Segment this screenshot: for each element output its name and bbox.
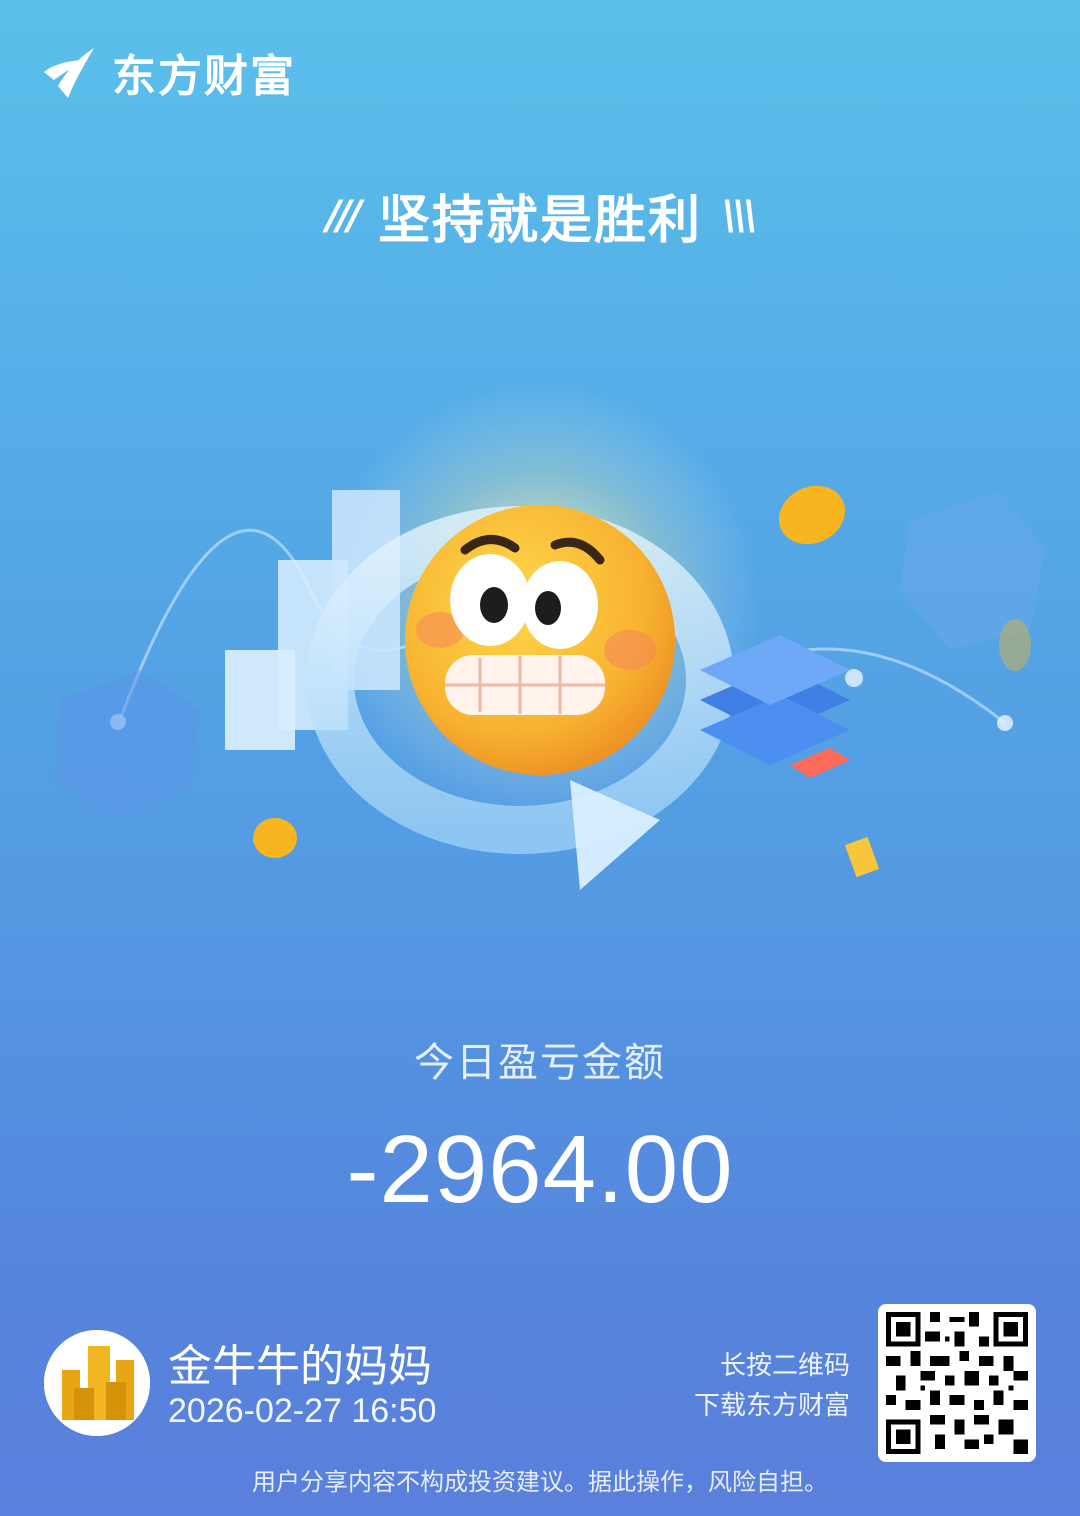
gold-bars-avatar-icon	[44, 1330, 150, 1436]
slogan-right-deco: \\\	[722, 192, 758, 239]
pnl-value: -2964.00	[346, 1116, 734, 1223]
pnl-label: 今日盈亏金额	[414, 1040, 666, 1086]
slogan-text: 坚持就是胜利	[377, 191, 702, 251]
qr-hint-line1: 长按二维码	[719, 1351, 850, 1381]
qr-hint: 长按二维码 下载东方财富	[660, 1346, 850, 1426]
slogan-left-deco: ///	[326, 192, 362, 239]
slogan: /// 坚持就是胜利 \\\	[0, 178, 1080, 253]
qr-code-icon	[886, 1312, 1028, 1454]
qr-code[interactable]	[878, 1304, 1036, 1462]
qr-hint-line2: 下载东方财富	[693, 1391, 850, 1421]
avatar[interactable]	[44, 1330, 150, 1436]
brand-logo: 东方财富	[40, 40, 296, 104]
footer: 金牛牛的妈妈 2026-02-27 16:50 长按二维码 下载东方财富 用户分…	[0, 1300, 1080, 1516]
username: 金牛牛的妈妈	[168, 1341, 432, 1392]
brand-name: 东方财富	[112, 51, 296, 102]
share-datetime: 2026-02-27 16:50	[168, 1392, 437, 1430]
share-card: 东方财富 /// 坚持就是胜利 \\\ 今日盈亏金额 -2964.00 金牛牛的…	[0, 0, 1080, 1516]
nervous-emoji-illustration	[55, 380, 1045, 890]
eastmoney-logo-icon	[44, 48, 94, 98]
disclaimer: 用户分享内容不构成投资建议。据此操作，风险自担。	[252, 1468, 828, 1496]
